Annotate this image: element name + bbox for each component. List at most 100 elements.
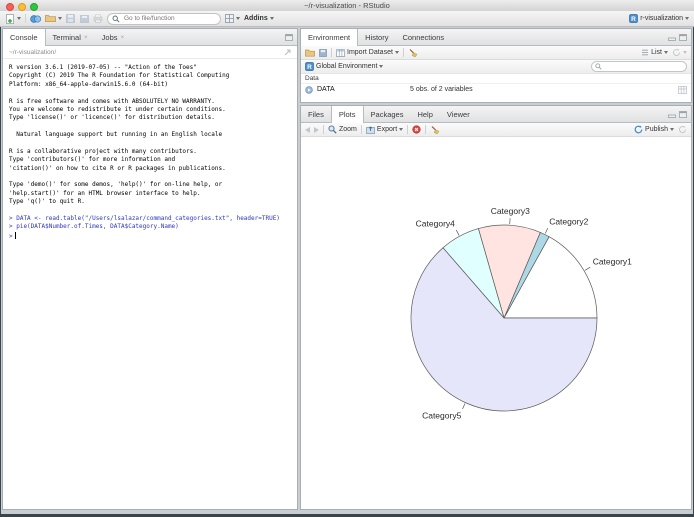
tab-terminal-label: Terminal bbox=[52, 32, 81, 42]
pie-label-tick bbox=[462, 403, 466, 410]
tab-connections[interactable]: Connections bbox=[395, 29, 451, 45]
remove-plot-icon[interactable] bbox=[412, 125, 421, 134]
plots-pane: Files Plots Packages Help Viewer Zoom Ex… bbox=[300, 105, 692, 510]
console-output[interactable]: R version 3.6.1 (2019-07-05) -- "Action … bbox=[3, 59, 297, 509]
data-section-header: Data bbox=[301, 74, 691, 84]
pie-label-tick bbox=[584, 266, 591, 271]
export-label: Export bbox=[376, 126, 398, 133]
console-output-line: R version 3.6.1 (2019-07-05) -- "Action … bbox=[9, 64, 197, 71]
open-folder-icon bbox=[45, 14, 56, 23]
main-toolbar: Addins R r-visualization bbox=[0, 11, 694, 27]
tab-files[interactable]: Files bbox=[301, 106, 331, 122]
pie-label-category4: Category4 bbox=[416, 219, 455, 229]
addins-menu[interactable]: Addins bbox=[244, 15, 274, 22]
console-output-line: Type 'q()' to quit R. bbox=[9, 198, 85, 206]
tab-environment[interactable]: Environment bbox=[301, 29, 359, 46]
environment-scope-label: Global Environment bbox=[316, 63, 378, 70]
project-caret-icon bbox=[685, 17, 689, 20]
console-output-line: Platform: x86_64-apple-darwin15.6.0 (64-… bbox=[9, 80, 168, 88]
open-file-caret-icon bbox=[58, 17, 62, 20]
refresh-icon bbox=[672, 48, 681, 57]
new-project-icon[interactable] bbox=[30, 14, 42, 24]
clear-objects-broom-icon[interactable] bbox=[408, 48, 418, 58]
global-environment-selector[interactable]: R Global Environment bbox=[305, 62, 384, 71]
publish-icon bbox=[634, 125, 643, 134]
save-icon[interactable] bbox=[66, 14, 75, 23]
environment-search-icon bbox=[595, 63, 602, 70]
pie-label-tick bbox=[544, 227, 549, 234]
new-file-button[interactable] bbox=[5, 13, 21, 24]
tab-history[interactable]: History bbox=[358, 29, 395, 45]
tab-packages[interactable]: Packages bbox=[364, 106, 411, 122]
clear-plots-broom-icon[interactable] bbox=[430, 125, 440, 135]
goto-file-input[interactable] bbox=[122, 14, 216, 23]
svg-text:R: R bbox=[307, 64, 312, 71]
load-workspace-icon[interactable] bbox=[305, 49, 315, 57]
export-caret-icon bbox=[399, 128, 404, 131]
addins-caret-icon bbox=[269, 17, 274, 20]
close-window-button[interactable] bbox=[6, 2, 14, 11]
tab-jobs-label: Jobs bbox=[101, 32, 118, 42]
refresh-environment-button[interactable] bbox=[672, 48, 687, 57]
tab-terminal[interactable]: Terminal × bbox=[46, 29, 95, 45]
object-name: DATA bbox=[317, 86, 335, 93]
console-input-line: > DATA <- read.table("/Users/lsalazar/co… bbox=[9, 215, 280, 223]
zoom-window-button[interactable] bbox=[30, 2, 38, 11]
list-view-caret-icon bbox=[664, 51, 668, 54]
terminal-close-icon[interactable]: × bbox=[84, 34, 88, 41]
rstudio-window: ~/r-visualization - RStudio Go to file/f… bbox=[0, 0, 694, 517]
tab-jobs[interactable]: Jobs × bbox=[95, 29, 132, 45]
import-dataset-button[interactable]: Import Dataset bbox=[336, 48, 399, 57]
tab-console[interactable]: Console bbox=[3, 29, 46, 46]
tab-files-label: Files bbox=[308, 109, 324, 119]
minimize-window-button[interactable] bbox=[18, 2, 26, 11]
tab-plots[interactable]: Plots bbox=[330, 106, 364, 123]
pane-layout-caret-icon bbox=[236, 17, 240, 20]
maximize-pane-icon[interactable] bbox=[679, 110, 687, 118]
object-summary: 5 obs. of 2 variables bbox=[410, 86, 473, 93]
list-icon bbox=[641, 49, 649, 56]
minimize-pane-icon[interactable] bbox=[668, 34, 676, 41]
open-file-button[interactable] bbox=[45, 14, 62, 23]
console-output-line: Type 'license()' or 'licence()' for dist… bbox=[9, 114, 215, 122]
maximize-pane-icon[interactable] bbox=[285, 33, 293, 41]
pane-layout-button[interactable] bbox=[225, 14, 240, 23]
publish-button[interactable]: Publish bbox=[634, 125, 674, 134]
zoom-plot-button[interactable]: Zoom bbox=[328, 125, 357, 134]
refresh-plot-icon[interactable] bbox=[678, 125, 687, 134]
environment-object-row[interactable]: DATA 5 obs. of 2 variables bbox=[301, 84, 691, 95]
search-icon bbox=[112, 15, 120, 23]
maximize-pane-icon[interactable] bbox=[679, 33, 687, 41]
minimize-pane-icon[interactable] bbox=[668, 111, 676, 118]
goto-file-input-wrap bbox=[107, 12, 221, 25]
tab-help[interactable]: Help bbox=[410, 106, 439, 122]
next-plot-icon[interactable] bbox=[314, 126, 319, 133]
tab-environment-label: Environment bbox=[308, 33, 351, 42]
previous-plot-icon[interactable] bbox=[305, 126, 310, 133]
list-view-button[interactable]: List bbox=[641, 49, 668, 56]
project-menu-button[interactable]: R r-visualization bbox=[629, 14, 689, 23]
save-all-icon[interactable] bbox=[79, 14, 89, 23]
pie-chart: Category1 Category2 Category3 Category4 Cate… bbox=[410, 206, 632, 421]
pie-label-category2: Category2 bbox=[549, 216, 588, 226]
save-workspace-icon[interactable] bbox=[319, 48, 327, 57]
environment-search-input[interactable] bbox=[604, 62, 683, 71]
jobs-close-icon[interactable]: × bbox=[121, 34, 125, 41]
console-popout-icon[interactable] bbox=[284, 49, 291, 56]
export-plot-button[interactable]: Export bbox=[366, 125, 404, 134]
object-expand-icon[interactable] bbox=[305, 85, 313, 94]
zoom-label: Zoom bbox=[339, 126, 357, 133]
console-tabbar: Console Terminal × Jobs × bbox=[3, 29, 297, 46]
view-table-icon[interactable] bbox=[678, 85, 687, 94]
print-icon[interactable] bbox=[93, 14, 103, 23]
console-output-line: 'help.start()' for an HTML browser inter… bbox=[9, 189, 201, 197]
publish-label: Publish bbox=[645, 126, 668, 133]
tab-viewer[interactable]: Viewer bbox=[440, 106, 477, 122]
new-file-icon bbox=[5, 13, 15, 24]
console-input-line: > bbox=[9, 231, 297, 240]
refresh-caret-icon bbox=[683, 51, 687, 54]
console-output-line: Natural language support but running in … bbox=[9, 131, 223, 139]
